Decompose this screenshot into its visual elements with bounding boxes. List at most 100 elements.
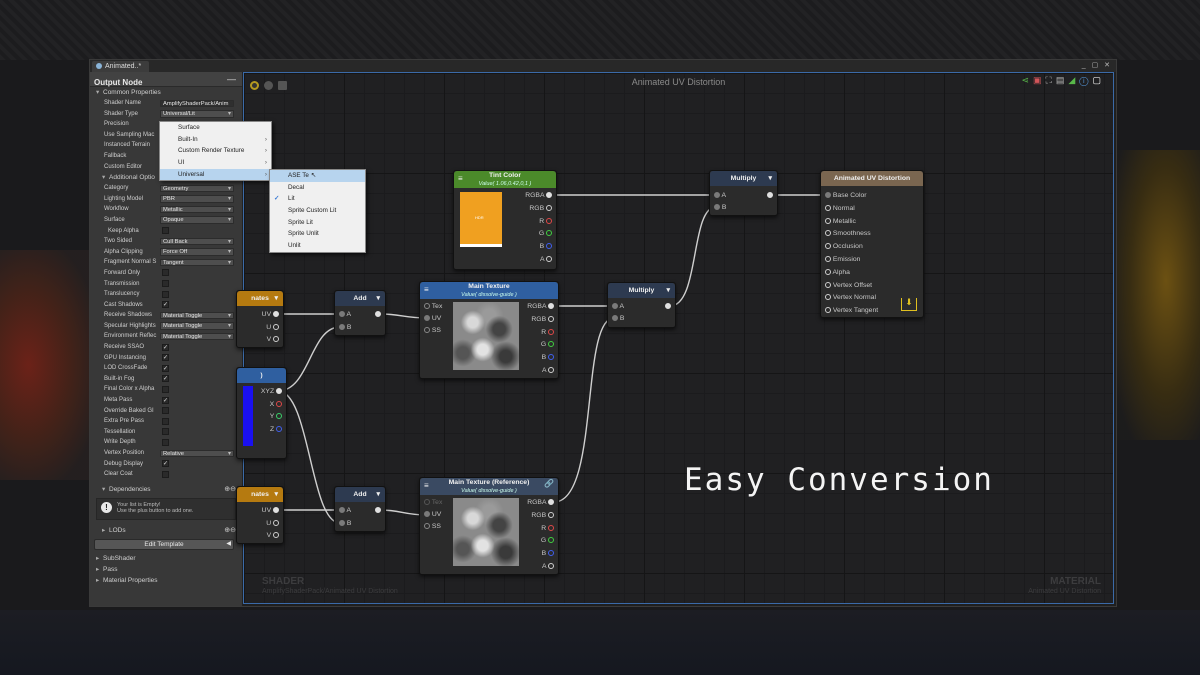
output-pin-icon[interactable] [546,243,552,250]
node-main-texture-reference[interactable]: ≡ Main Texture (Reference) Value( dissolve… [419,477,559,575]
input-pin-icon[interactable] [825,268,831,275]
input-pin-icon[interactable] [339,311,345,317]
output-pin-icon[interactable] [273,520,279,526]
port-b[interactable]: B [542,352,554,364]
port-v[interactable]: V [267,334,279,346]
port-uv[interactable]: UV [262,309,279,321]
output-pin-icon[interactable] [273,336,279,342]
port-b[interactable]: B [542,548,554,560]
node-texture-coordinates-2[interactable]: nates ▾ UV U V [236,486,284,544]
port-a[interactable]: A [542,365,554,377]
node-output-master[interactable]: Animated UV Distortion Base Color Normal… [820,170,924,318]
output-pin-icon[interactable] [546,192,552,198]
port-rgba[interactable]: RGBA [525,190,552,202]
input-pin-icon[interactable] [424,511,430,517]
menu-item-unlit[interactable]: Unlit [270,240,365,252]
output-pin-icon[interactable] [548,563,554,569]
menu-item-ase-template[interactable]: ASE Te ↖ [270,170,365,182]
port-uv[interactable]: UV [262,505,279,517]
input-pin-icon[interactable] [825,204,831,211]
menu-icon[interactable]: ≡ [458,171,463,186]
port-u[interactable]: U [266,322,279,334]
menu-item-ui[interactable]: UI › [160,157,271,169]
port-rgba[interactable]: RGBA [527,497,554,509]
output-pin-icon[interactable] [273,532,279,538]
texture-preview[interactable] [453,302,519,370]
port-r[interactable]: R [541,523,554,535]
output-pin-icon[interactable] [665,303,671,309]
output-pin-icon[interactable] [548,367,554,373]
menu-item-built-in[interactable]: Built-In › [160,134,271,146]
port-a[interactable]: A [714,190,726,202]
port-uv[interactable]: UV [424,313,441,325]
input-pin-icon[interactable] [714,204,720,210]
port-out[interactable] [375,309,381,321]
input-pin-icon[interactable] [612,315,618,321]
input-pin-icon[interactable] [825,307,831,314]
port-y[interactable]: Y [270,411,282,423]
port-b[interactable]: B [540,241,552,253]
output-pin-icon[interactable] [548,499,554,505]
output-pin-icon[interactable] [276,388,282,394]
port-xyz[interactable]: XYZ [261,386,282,398]
output-pin-icon[interactable] [548,341,554,348]
menu-item-sprite-unlit[interactable]: Sprite Unlit [270,228,365,240]
output-pin-icon[interactable] [548,550,554,557]
menu-item-decal[interactable]: Decal [270,182,365,194]
output-pin-icon[interactable] [548,537,554,544]
input-port-normal[interactable]: Normal [825,203,855,215]
menu-item-surface[interactable]: Surface [160,122,271,134]
link-icon[interactable]: 🔗 [544,480,554,488]
node-multiply-1[interactable]: Multiply ▾ A B [607,282,676,328]
input-pin-icon[interactable] [825,281,831,288]
output-pin-icon[interactable] [375,507,381,513]
menu-item-lit[interactable]: ✓ Lit [270,193,365,205]
input-pin-icon[interactable] [714,192,720,198]
menu-item-universal[interactable]: Universal › [160,168,271,181]
input-port-vertex-normal[interactable]: Vertex Normal [825,292,876,304]
port-r[interactable]: R [539,216,552,228]
port-rgb[interactable]: RGB [529,203,552,215]
output-pin-icon[interactable] [375,311,381,317]
port-b[interactable]: B [339,322,351,334]
port-a[interactable]: A [612,301,624,313]
input-port-alpha[interactable]: Alpha [825,267,850,279]
port-g[interactable]: G [539,228,552,240]
port-rgb[interactable]: RGB [531,510,554,522]
input-port-smoothness[interactable]: Smoothness [825,228,871,240]
node-add-2[interactable]: Add ▾ A B [334,486,386,532]
menu-item-sprite-custom-lit[interactable]: Sprite Custom Lit [270,205,365,217]
node-add-1[interactable]: Add ▾ A B [334,290,386,336]
input-pin-icon[interactable] [339,520,345,526]
output-pin-icon[interactable] [273,311,279,317]
output-pin-icon[interactable] [546,204,552,211]
input-port-base-color[interactable]: Base Color [825,190,867,202]
save-download-icon[interactable]: ⬇ [901,298,917,311]
port-a[interactable]: A [339,309,351,321]
port-out[interactable] [375,505,381,517]
texture-preview[interactable] [453,498,519,566]
dropdown-icon[interactable]: ▾ [666,283,670,298]
node-main-texture[interactable]: ≡ Main Texture Value( dissolve-guide ) Tex… [419,281,559,379]
port-x[interactable]: X [270,399,282,411]
menu-icon[interactable]: ≡ [424,478,429,493]
output-pin-icon[interactable] [548,328,554,335]
input-pin-icon[interactable] [825,256,831,262]
port-a[interactable]: A [542,561,554,573]
output-pin-icon[interactable] [548,511,554,518]
output-pin-icon[interactable] [276,413,282,419]
output-pin-icon[interactable] [276,426,282,432]
input-pin-icon[interactable] [424,315,430,321]
output-pin-icon[interactable] [273,324,279,330]
port-a[interactable]: A [339,505,351,517]
port-tex[interactable]: Tex [424,497,442,509]
port-v[interactable]: V [267,530,279,542]
input-pin-icon[interactable] [424,523,430,529]
output-pin-icon[interactable] [546,230,552,237]
input-pin-icon[interactable] [424,303,430,309]
dropdown-icon[interactable]: ▾ [376,487,380,502]
port-out[interactable] [767,190,773,202]
dropdown-icon[interactable]: ▾ [274,487,278,502]
input-pin-icon[interactable] [825,243,831,250]
port-r[interactable]: R [541,327,554,339]
